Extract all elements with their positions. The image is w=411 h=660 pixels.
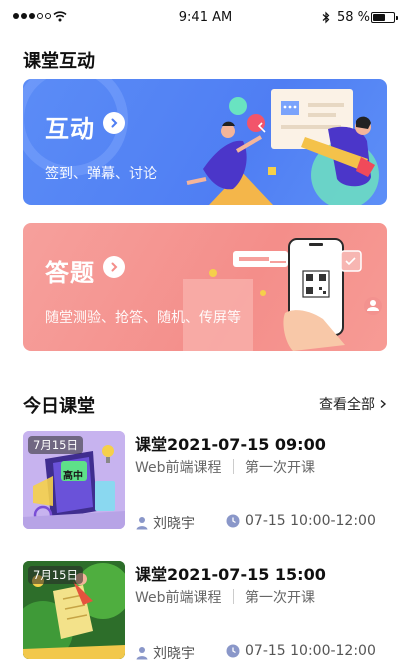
date-badge: 7月15日 xyxy=(28,566,83,584)
chevron-right-icon xyxy=(380,399,387,409)
chevron-right-icon[interactable] xyxy=(103,256,125,278)
lesson-item[interactable]: 7月15日 课堂2021-07-15 15:00 Web前端课程 第一次开课 刘… xyxy=(23,561,387,660)
lesson-item[interactable]: 高中 7月15日 课堂2021-07-15 09:00 Web前端课程 第一次开… xyxy=(23,431,387,532)
lesson-title: 课堂2021-07-15 09:00 xyxy=(135,435,326,454)
view-all-label: 查看全部 xyxy=(319,397,375,413)
lesson-title: 课堂2021-07-15 15:00 xyxy=(135,565,326,584)
clock-icon xyxy=(226,644,240,658)
lesson-thumbnail: 高中 7月15日 xyxy=(23,431,125,529)
interaction-card[interactable]: 互动 签到、弹幕、讨论 xyxy=(23,79,387,205)
quiz-card[interactable]: 答题 随堂测验、抢答、随机、传屏等 xyxy=(23,223,387,351)
time-range: 07-15 10:00-12:00 xyxy=(245,513,376,529)
lesson-session: 第一次开课 xyxy=(245,590,315,606)
lesson-teacher: 刘晓宇 xyxy=(135,513,195,533)
lesson-course: Web前端课程 xyxy=(135,460,222,476)
section-title-interaction: 课堂互动 xyxy=(23,51,95,72)
lesson-session: 第一次开课 xyxy=(245,460,315,476)
view-all-link[interactable]: 查看全部 xyxy=(319,394,387,414)
battery-percent: 58 % xyxy=(337,10,371,25)
chevron-right-icon[interactable] xyxy=(103,112,125,134)
lesson-time: 07-15 10:00-12:00 xyxy=(226,643,376,659)
lesson-time: 07-15 10:00-12:00 xyxy=(226,513,376,529)
lesson-thumbnail: 7月15日 xyxy=(23,561,125,659)
quiz-card-title: 答题 xyxy=(45,259,95,287)
date-badge: 7月15日 xyxy=(28,436,83,454)
status-bar: 9:41 AM 58 % xyxy=(0,0,411,36)
clock-icon xyxy=(226,514,240,528)
lesson-course: Web前端课程 xyxy=(135,590,222,606)
thumbnail-tag: 高中 xyxy=(63,471,83,482)
battery-icon xyxy=(371,12,398,23)
interaction-card-title: 互动 xyxy=(45,115,95,143)
teacher-name: 刘晓宇 xyxy=(153,646,195,660)
lesson-teacher: 刘晓宇 xyxy=(135,643,195,660)
teacher-icon xyxy=(136,647,148,660)
teacher-name: 刘晓宇 xyxy=(153,516,195,532)
time-range: 07-15 10:00-12:00 xyxy=(245,643,376,659)
teacher-icon xyxy=(136,517,148,530)
divider xyxy=(233,459,234,474)
bluetooth-icon xyxy=(322,11,330,24)
quiz-card-subtitle: 随堂测验、抢答、随机、传屏等 xyxy=(45,310,241,326)
interaction-card-subtitle: 签到、弹幕、讨论 xyxy=(45,166,157,182)
section-title-today: 今日课堂 xyxy=(23,396,95,417)
divider xyxy=(233,589,234,604)
